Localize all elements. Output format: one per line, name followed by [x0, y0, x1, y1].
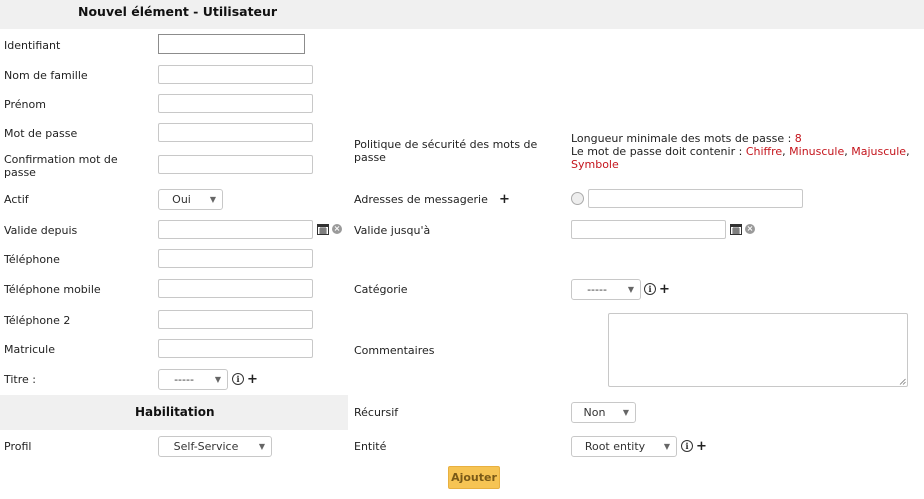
req-symbole-line: Symbole	[571, 158, 923, 171]
telephone-label: Téléphone	[4, 253, 60, 266]
telephone-mobile-input[interactable]	[158, 279, 313, 298]
categorie-label: Catégorie	[354, 283, 408, 296]
commentaires-textarea[interactable]	[608, 313, 908, 387]
profil-select[interactable]: Self-Service ▼	[158, 436, 272, 457]
confirmation-label-line2: passe	[4, 166, 36, 179]
add-icon[interactable]: +	[696, 440, 707, 453]
adresses-label: Adresses de messagerie	[354, 193, 488, 206]
valide-jusqua-label: Valide jusqu'à	[354, 224, 431, 237]
profil-select-value: Self-Service	[173, 440, 239, 453]
profil-label: Profil	[4, 440, 32, 453]
ajouter-button[interactable]: Ajouter	[448, 466, 500, 489]
req-chiffre: Chiffre	[745, 145, 783, 158]
recursif-select[interactable]: Non ▼	[571, 402, 636, 423]
chevron-down-icon: ▼	[622, 408, 629, 417]
categorie-select-value: -----	[587, 283, 607, 296]
calendar-icon[interactable]	[317, 223, 329, 235]
politique-label: Politique de sécurité des mots de passe	[354, 138, 537, 164]
chevron-down-icon: ▼	[258, 442, 265, 451]
commentaires-label: Commentaires	[354, 344, 435, 357]
must-contain-line: Le mot de passe doit contenir : Chiffre,…	[571, 145, 923, 158]
titre-label: Titre :	[4, 373, 37, 386]
chevron-down-icon: ▼	[627, 285, 634, 294]
email-input[interactable]	[588, 189, 803, 208]
habilitation-title: Habilitation	[135, 405, 215, 419]
req-majuscule: Majuscule	[851, 145, 907, 158]
telephone-2-label: Téléphone 2	[4, 314, 71, 327]
min-length-line: Longueur minimale des mots de passe : 8	[571, 132, 923, 145]
req-symbole: Symbole	[571, 158, 619, 171]
req-minuscule: Minuscule	[789, 145, 845, 158]
politique-label-line1: Politique de sécurité des mots de	[354, 138, 538, 151]
prenom-input[interactable]	[158, 94, 313, 113]
valide-depuis-label: Valide depuis	[4, 224, 78, 237]
min-length-text: Longueur minimale des mots de passe :	[571, 132, 795, 145]
matricule-input[interactable]	[158, 339, 313, 358]
matricule-label: Matricule	[4, 343, 55, 356]
entite-label: Entité	[354, 440, 387, 453]
separator: ,	[906, 145, 910, 158]
identifiant-input[interactable]	[158, 34, 305, 54]
titre-select-value: -----	[174, 373, 194, 386]
actif-label: Actif	[4, 193, 29, 206]
entite-select[interactable]: Root entity ▼	[571, 436, 677, 457]
nom-input[interactable]	[158, 65, 313, 84]
clear-icon[interactable]: ×	[332, 224, 342, 234]
calendar-icon[interactable]	[730, 223, 742, 235]
add-icon[interactable]: +	[659, 283, 670, 296]
chevron-down-icon: ▼	[209, 195, 216, 204]
add-icon[interactable]: +	[247, 373, 258, 386]
categorie-select[interactable]: ----- ▼	[571, 279, 641, 300]
chevron-down-icon: ▼	[214, 375, 221, 384]
add-email-icon[interactable]: +	[499, 193, 510, 206]
telephone-input[interactable]	[158, 249, 313, 268]
prenom-label: Prénom	[4, 98, 46, 111]
identifiant-label: Identifiant	[4, 39, 61, 52]
valide-jusqua-input[interactable]	[571, 220, 726, 239]
password-policy: Longueur minimale des mots de passe : 8 …	[571, 132, 923, 171]
min-length-value: 8	[794, 132, 802, 145]
recursif-select-value: Non	[583, 406, 606, 419]
info-icon[interactable]: i	[644, 283, 656, 295]
clear-icon[interactable]: ×	[745, 224, 755, 234]
confirmation-input[interactable]	[158, 155, 313, 174]
page-title: Nouvel élément - Utilisateur	[78, 4, 278, 19]
default-email-radio[interactable]	[571, 192, 584, 205]
mot-de-passe-input[interactable]	[158, 123, 313, 142]
entite-select-value: Root entity	[584, 440, 646, 453]
resize-grip-icon[interactable]	[899, 378, 906, 385]
must-contain-text: Le mot de passe doit contenir :	[571, 145, 746, 158]
actif-select[interactable]: Oui ▼	[158, 189, 223, 210]
titre-select[interactable]: ----- ▼	[158, 369, 228, 390]
confirmation-label-line1: Confirmation mot de	[4, 153, 118, 166]
telephone-2-input[interactable]	[158, 310, 313, 329]
info-icon[interactable]: i	[232, 373, 244, 385]
mot-de-passe-label: Mot de passe	[4, 127, 78, 140]
politique-label-line2: passe	[354, 151, 386, 164]
info-icon[interactable]: i	[681, 440, 693, 452]
recursif-label: Récursif	[354, 406, 399, 419]
actif-select-value: Oui	[172, 193, 191, 206]
confirmation-label: Confirmation mot de passe	[4, 153, 118, 179]
nom-label: Nom de famille	[4, 69, 88, 82]
chevron-down-icon: ▼	[663, 442, 670, 451]
valide-depuis-input[interactable]	[158, 220, 313, 239]
telephone-mobile-label: Téléphone mobile	[4, 283, 101, 296]
